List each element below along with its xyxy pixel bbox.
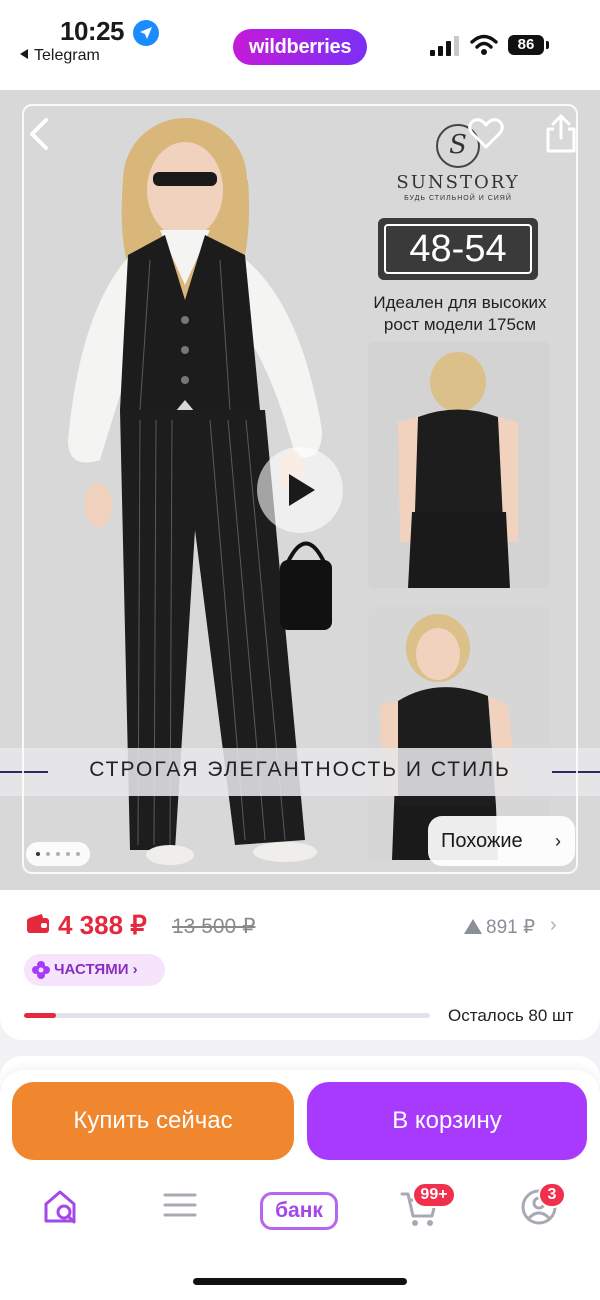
cart-badge: 99+ xyxy=(412,1182,456,1208)
battery-tip xyxy=(546,41,549,49)
chevron-right-icon[interactable]: › xyxy=(550,914,557,937)
bottom-action-bar: Купить сейчас В корзину банк 99+ 3 xyxy=(0,1070,600,1300)
status-bar: 10:25 Telegram wildberries 86 xyxy=(0,0,600,90)
price-rating[interactable]: 891 ₽ xyxy=(464,916,535,939)
back-icon[interactable] xyxy=(26,116,52,152)
buy-now-button[interactable]: Купить сейчас xyxy=(12,1082,294,1160)
home-indicator[interactable] xyxy=(193,1278,407,1285)
play-video-button[interactable] xyxy=(257,447,343,533)
price-rating-value: 891 ₽ xyxy=(486,917,536,938)
chevron-right-icon: › xyxy=(555,831,561,851)
cellular-signal-icon xyxy=(430,36,459,56)
price-card: 4 388 ₽ 13 500 ₽ 891 ₽ › ЧАСТЯМИ › Остал… xyxy=(0,890,600,1040)
slide-dot xyxy=(76,852,80,856)
product-screen: 10:25 Telegram wildberries 86 S SUNSTORY… xyxy=(0,0,600,1300)
status-time: 10:25 xyxy=(60,16,125,46)
slide-dot xyxy=(56,852,60,856)
stock-progress-fill xyxy=(24,1013,57,1018)
tab-home-search-icon[interactable] xyxy=(42,1188,80,1226)
slide-dot xyxy=(36,852,40,856)
wifi-icon xyxy=(470,34,498,55)
share-icon[interactable] xyxy=(544,114,578,154)
back-to-app-link[interactable]: Telegram xyxy=(20,47,100,65)
slide-indicator xyxy=(26,842,90,866)
similar-button[interactable]: Похожие › xyxy=(428,816,575,866)
tab-catalog-menu-icon[interactable] xyxy=(163,1188,197,1222)
location-arrow-icon xyxy=(133,20,159,46)
wildberries-logo: wildberries xyxy=(233,29,367,65)
heart-icon[interactable] xyxy=(468,118,504,150)
product-gallery[interactable]: S SUNSTORY БУДЬ СТИЛЬНОЙ И СИЯЙ 48-54 Ид… xyxy=(0,90,600,890)
old-price: 13 500 ₽ xyxy=(172,915,256,938)
back-triangle-icon xyxy=(20,49,28,59)
stock-remaining: Осталось 80 шт xyxy=(448,1006,574,1025)
add-to-cart-button[interactable]: В корзину xyxy=(307,1082,587,1160)
similar-label: Похожие xyxy=(441,830,523,852)
battery-level: 86 xyxy=(508,35,544,55)
installments-button[interactable]: ЧАСТЯМИ › xyxy=(24,954,165,986)
play-icon xyxy=(289,474,315,506)
installments-label: ЧАСТЯМИ xyxy=(54,961,129,978)
slide-dot xyxy=(66,852,70,856)
stock-progress-bar xyxy=(24,1013,430,1018)
slide-dot xyxy=(46,852,50,856)
tab-bank[interactable]: банк xyxy=(260,1192,338,1230)
wallet-icon xyxy=(27,914,49,933)
triangle-up-icon xyxy=(464,919,482,934)
flower-icon xyxy=(32,961,50,979)
current-price: 4 388 ₽ xyxy=(58,910,147,940)
back-app-label: Telegram xyxy=(34,47,100,64)
profile-badge: 3 xyxy=(538,1182,566,1208)
